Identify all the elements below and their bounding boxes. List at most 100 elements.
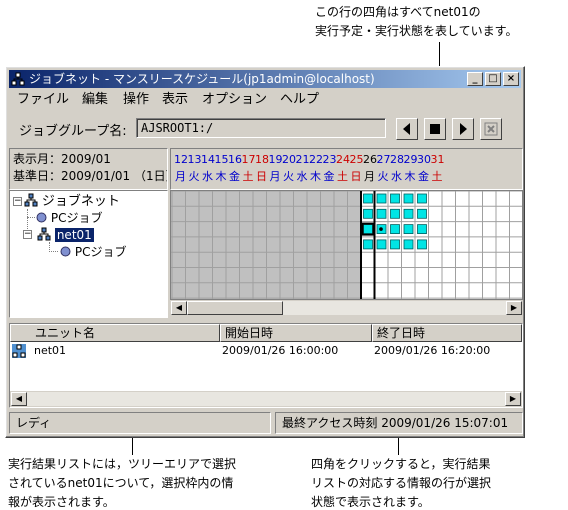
schedule-cell[interactable] (376, 193, 387, 204)
menu-file[interactable]: ファイル (17, 92, 69, 108)
triangle-right-icon (460, 123, 467, 135)
col-unit-name[interactable]: ユニット名 (10, 324, 220, 342)
close-button[interactable]: × (503, 72, 519, 86)
day-header-31[interactable]: 31 土 (430, 151, 445, 185)
schedule-cell[interactable] (376, 239, 387, 250)
col-end[interactable]: 終了日時 (372, 324, 522, 342)
schedule-cell[interactable] (390, 208, 400, 219)
day-header-19[interactable]: 19 月 (269, 151, 283, 185)
day-header-26[interactable]: 26 月 (363, 151, 377, 185)
left-panel: 表示月：2009/01 基準日：2009/01/01 （1日） − − ジョブネ… (9, 148, 168, 318)
job-group-field[interactable]: AJSROOT1:/ (136, 118, 386, 138)
day-number: 18 (255, 153, 269, 166)
schedule-cell[interactable] (363, 193, 373, 204)
schedule-cell[interactable] (363, 208, 373, 219)
annotation-bottom-right: 四角をクリックすると，実行結果 リストの対応する情報の行が選択 状態で表示されま… (311, 455, 491, 510)
cancel-button[interactable] (480, 118, 502, 140)
schedule-cell[interactable] (376, 208, 387, 219)
day-weekday: 金 (229, 170, 240, 183)
result-list[interactable]: ユニット名 開始日時 終了日時 net01 2009/01/26 16:00:0… (9, 323, 523, 408)
menu-operation[interactable]: 操作 (123, 92, 149, 108)
schedule-cell[interactable] (403, 193, 414, 204)
day-weekday: 土 (337, 170, 348, 183)
day-number: 30 (417, 153, 431, 166)
title-bar[interactable]: ジョブネット - マンスリースケジュール(jp1admin@localhost)… (9, 70, 521, 88)
day-header-16[interactable]: 16 金 (228, 151, 242, 185)
menu-help[interactable]: ヘルプ (280, 92, 319, 108)
job-ball-icon (36, 212, 47, 223)
calendar-hscroll[interactable]: ◀ ▶ (170, 300, 523, 316)
tree-item-net01[interactable]: net01 (37, 227, 94, 243)
tree-item-pcjob[interactable]: PCジョブ (36, 210, 102, 226)
schedule-cell[interactable] (363, 224, 373, 234)
day-number: 31 (430, 153, 445, 166)
menu-edit[interactable]: 編集 (82, 92, 108, 108)
day-weekday: 木 (404, 170, 416, 183)
day-number: 25 (349, 153, 364, 166)
day-header-21[interactable]: 21 水 (295, 151, 310, 185)
tree-item-jobnet[interactable]: ジョブネット (24, 193, 120, 209)
day-header-20[interactable]: 20 火 (282, 151, 296, 185)
col-start[interactable]: 開始日時 (220, 324, 372, 342)
schedule-cell[interactable] (390, 193, 400, 204)
scroll-right-button[interactable]: ▶ (506, 301, 522, 315)
day-header-12[interactable]: 12 月 (174, 151, 188, 185)
day-weekday: 金 (418, 170, 429, 183)
tree-item-pcjob-child[interactable]: PCジョブ (60, 244, 126, 260)
stop-button[interactable] (424, 118, 446, 140)
day-header-28[interactable]: 28 水 (390, 151, 404, 185)
next-button[interactable] (452, 118, 474, 140)
schedule-cell[interactable] (403, 239, 414, 250)
calendar-grid-canvas[interactable] (171, 191, 523, 300)
tree-label: PCジョブ (74, 245, 127, 259)
minimize-button[interactable]: _ (467, 72, 483, 86)
day-header-14[interactable]: 14 水 (201, 151, 215, 185)
collapse-toggle-root[interactable]: − (13, 197, 22, 206)
day-header-25[interactable]: 25 日 (349, 151, 364, 185)
calendar-grid[interactable] (170, 190, 523, 300)
menu-view[interactable]: 表示 (162, 92, 188, 108)
scroll-left-button[interactable]: ◀ (171, 301, 187, 315)
schedule-cell[interactable] (390, 224, 400, 234)
menu-option[interactable]: オプション (202, 92, 267, 108)
schedule-cell[interactable] (403, 208, 414, 219)
list-row[interactable]: net01 2009/01/26 16:00:00 2009/01/26 16:… (10, 343, 522, 359)
day-header-29[interactable]: 29 木 (404, 151, 418, 185)
schedule-cell[interactable] (390, 239, 400, 250)
cell-end: 2009/01/26 16:20:00 (374, 344, 491, 357)
tree-area[interactable]: − − ジョブネット PCジョブ net01 PCジョブ (9, 190, 168, 318)
list-hscroll[interactable]: ◀ ▶ (10, 391, 522, 407)
day-number: 17 (241, 153, 256, 166)
scroll-left-button[interactable]: ◀ (11, 392, 27, 406)
schedule-cell[interactable] (417, 224, 427, 234)
day-header-18[interactable]: 18 日 (255, 151, 269, 185)
day-number: 15 (214, 153, 229, 166)
schedule-cell[interactable] (417, 208, 427, 219)
day-header-23[interactable]: 23 金 (323, 151, 337, 185)
day-number: 16 (228, 153, 242, 166)
maximize-button[interactable]: □ (485, 72, 501, 86)
monthly-schedule-window: ジョブネット - マンスリースケジュール(jp1admin@localhost)… (5, 66, 525, 438)
day-weekday: 土 (242, 170, 254, 183)
day-number: 21 (295, 153, 310, 166)
scroll-right-button[interactable]: ▶ (505, 392, 521, 406)
day-header-30[interactable]: 30 金 (417, 151, 431, 185)
day-header-15[interactable]: 15 木 (214, 151, 229, 185)
day-number: 28 (390, 153, 404, 166)
job-ball-icon (60, 246, 71, 257)
day-header-27[interactable]: 27 火 (377, 151, 391, 185)
day-weekday: 火 (377, 170, 389, 183)
day-weekday: 水 (391, 170, 402, 183)
day-header-17[interactable]: 17 土 (241, 151, 256, 185)
col-label: 終了日時 (377, 326, 426, 340)
day-header-22[interactable]: 22 木 (309, 151, 323, 185)
schedule-cell[interactable] (417, 193, 427, 204)
day-header-13[interactable]: 13 火 (188, 151, 202, 185)
collapse-toggle-net01[interactable]: − (23, 230, 32, 239)
schedule-cell[interactable] (403, 224, 414, 234)
schedule-cell[interactable] (363, 239, 373, 250)
day-header-24[interactable]: 24 土 (336, 151, 350, 185)
schedule-cell[interactable] (417, 239, 427, 250)
scroll-thumb[interactable] (187, 301, 283, 315)
previous-button[interactable] (396, 118, 418, 140)
